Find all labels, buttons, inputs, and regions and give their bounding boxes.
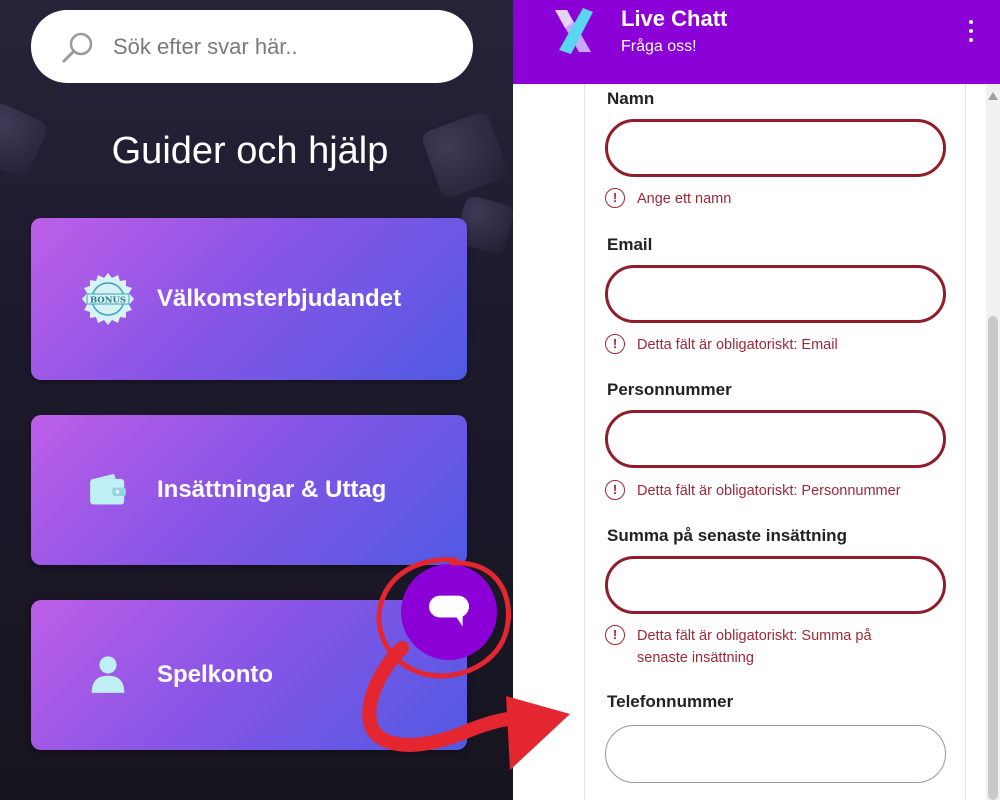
help-panel: Sök efter svar här.. Guider och hjälp BO… [0,0,513,800]
error-icon: ! [605,480,625,500]
error-icon: ! [605,334,625,354]
search-input[interactable]: Sök efter svar här.. [113,34,298,60]
personal-number-field[interactable] [605,410,946,468]
phone-field[interactable] [605,725,946,783]
scrollbar-thumb[interactable] [988,316,998,800]
name-field-error: ! Ange ett namn [605,188,917,210]
search-icon [62,32,93,62]
personal-number-field-error: ! Detta fält är obligatoriskt: Personnum… [605,480,937,502]
chat-header: Live Chatt Fråga oss! [513,0,1000,84]
guide-card-welcome-bonus[interactable]: BONUS Välkomsterbjudandet [31,218,467,380]
error-text: Detta fält är obligatoriskt: Personnumme… [637,483,901,499]
last-deposit-amount-field[interactable] [605,556,946,614]
name-field[interactable] [605,119,946,177]
chat-title: Live Chatt [621,6,728,31]
more-options-icon[interactable] [966,20,976,42]
chat-logo-icon [555,8,593,54]
wallet-icon [81,463,135,517]
field-label-email: Email [607,235,653,254]
chat-launcher-button[interactable] [401,564,497,660]
pre-chat-form: Namn ! Ange ett namn Email ! Detta fält … [584,84,966,800]
error-text: Detta fält är obligatoriskt: Email [637,337,838,353]
page-title: Guider och hjälp [111,130,389,172]
field-label-phone: Telefonnummer [607,692,734,711]
scroll-up-arrow-icon[interactable] [988,92,998,100]
error-text: Detta fält är obligatoriskt: Summa på se… [637,628,872,666]
chat-bubble-icon [429,595,469,627]
chat-body: Namn ! Ange ett namn Email ! Detta fält … [513,84,1000,800]
guide-card-deposits-withdrawals[interactable]: Insättningar & Uttag [31,415,467,565]
field-label-personal-number: Personnummer [607,380,732,399]
field-label-last-deposit: Summa på senaste insättning [607,526,847,545]
bonus-badge-text: BONUS [90,296,126,306]
search-bar[interactable]: Sök efter svar här.. [31,10,473,83]
error-icon: ! [605,625,625,645]
email-field-error: ! Detta fält är obligatoriskt: Email [605,334,917,356]
bonus-badge-icon: BONUS [81,272,135,326]
error-icon: ! [605,188,625,208]
guide-card-label: Insättningar & Uttag [157,476,387,503]
error-text: Ange ett namn [637,191,732,207]
guide-card-label: Spelkonto [157,661,274,688]
email-field[interactable] [605,265,946,323]
chat-subtitle: Fråga oss! [621,38,697,55]
scrollbar[interactable] [986,84,1000,800]
field-label-name: Namn [607,89,655,108]
last-deposit-field-error: ! Detta fält är obligatoriskt: Summa på … [605,625,907,669]
user-icon [81,648,135,702]
guide-card-label: Välkomsterbjudandet [157,285,402,312]
